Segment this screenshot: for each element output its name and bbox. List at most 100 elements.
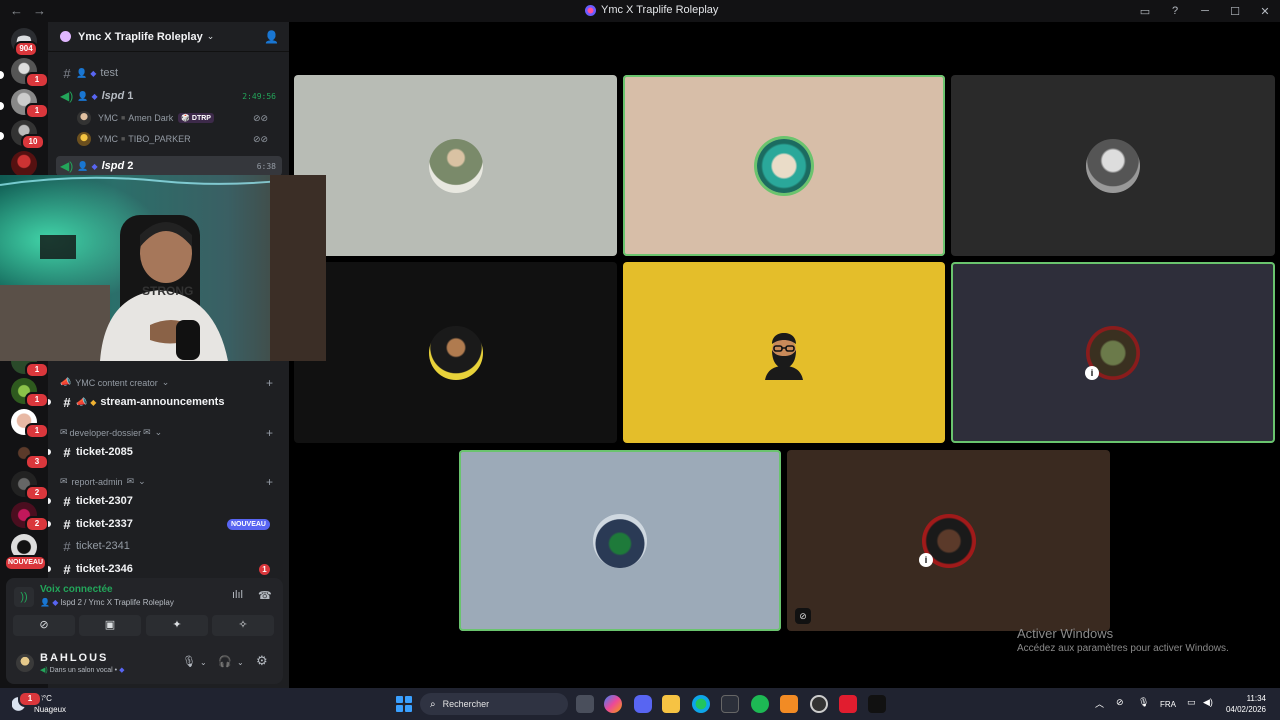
- voice-channel-lspd-2[interactable]: ◀) 👤 ◆ lspd 2 6:38: [56, 156, 282, 176]
- participant-avatar: [593, 513, 647, 568]
- webcam-feed-icon: STRONG: [0, 175, 326, 361]
- server-icon[interactable]: 2: [11, 502, 49, 532]
- volume-icon[interactable]: ◀): [1203, 697, 1213, 708]
- start-button[interactable]: [396, 696, 412, 712]
- app-icon[interactable]: [780, 695, 798, 713]
- username[interactable]: BAHLOUS: [40, 652, 108, 664]
- file-explorer-icon[interactable]: [662, 695, 680, 713]
- channel-name: lspd: [101, 90, 125, 102]
- channel-ticket-2307[interactable]: # ticket-2307: [56, 491, 282, 511]
- add-channel-icon[interactable]: +: [266, 426, 273, 440]
- server-badge: 3: [25, 454, 49, 470]
- noise-suppression-icon[interactable]: ılıl: [232, 589, 243, 601]
- back-arrow-icon[interactable]: ←: [10, 3, 33, 18]
- activation-title: Activer Windows: [1017, 626, 1114, 641]
- member-name: Amen Dark: [128, 113, 174, 123]
- gear-icon[interactable]: ⚙: [256, 653, 268, 669]
- screen-share-button[interactable]: ▣: [79, 615, 141, 636]
- category-report-admin[interactable]: ✉ report-admin ✉ ⌄ +: [60, 475, 273, 489]
- tray-icon[interactable]: ⊘: [1116, 697, 1124, 708]
- guild-header[interactable]: Ymc X Traplife Roleplay ⌄ 👤: [48, 22, 289, 52]
- copilot-icon[interactable]: [604, 695, 622, 713]
- taskbar-search[interactable]: ⌕ Rechercher: [420, 693, 568, 715]
- chevron-up-icon[interactable]: ︿: [1095, 697, 1104, 710]
- help-icon[interactable]: ?: [1160, 5, 1190, 17]
- server-icon[interactable]: 3: [11, 440, 49, 470]
- voice-member[interactable]: YMC ■ Amen Dark 🎲 DTRP ⊘⊘: [77, 108, 268, 128]
- store-icon[interactable]: [721, 695, 739, 713]
- weather-badge: 1: [18, 691, 42, 707]
- participant-tile[interactable]: i ⊘: [787, 450, 1110, 631]
- network-icon[interactable]: ▭: [1187, 697, 1196, 708]
- category-content-creator[interactable]: 📣 YMC content creator ⌄ +: [60, 376, 273, 390]
- microphone-icon[interactable]: 🎙: [182, 655, 196, 668]
- close-button[interactable]: ✕: [1250, 5, 1280, 18]
- channel-ticket-2085[interactable]: # ticket-2085: [56, 442, 282, 462]
- category-developer-dossier[interactable]: ✉ developer-dossier ✉ ⌄ +: [60, 426, 273, 440]
- voice-channel-path[interactable]: 👤 ◆ lspd 2 / Ymc X Traplife Roleplay: [40, 598, 174, 607]
- channel-number: 2: [127, 160, 134, 172]
- server-icon[interactable]: 1: [11, 89, 49, 119]
- disconnect-icon[interactable]: ☎: [258, 589, 272, 602]
- headphones-icon[interactable]: 🎧: [218, 655, 232, 668]
- camera-off-button[interactable]: ⊘: [13, 615, 75, 636]
- channel-ticket-2346[interactable]: # ticket-2346 1: [56, 559, 282, 579]
- title-bar: ←→ Ymc X Traplife Roleplay ▭ ? ─ ☐ ✕: [0, 0, 1280, 22]
- activation-subtitle: Accédez aux paramètres pour activer Wind…: [1017, 643, 1229, 654]
- add-channel-icon[interactable]: +: [266, 376, 273, 390]
- channel-test[interactable]: # 👤 ◆ test: [56, 63, 282, 83]
- weather-widget[interactable]: 1 13°C Nuageux: [12, 691, 66, 715]
- voice-member[interactable]: YMC ■ TIBO_PARKER ⊘⊘: [77, 129, 268, 149]
- participant-tile[interactable]: [623, 262, 945, 443]
- participant-tile[interactable]: i: [951, 262, 1275, 443]
- signal-icon[interactable]: )): [14, 587, 34, 607]
- obs-icon[interactable]: [810, 695, 828, 713]
- voice-channel-lspd-1[interactable]: ◀) 👤 ◆ lspd 1 2:49:56: [56, 86, 282, 106]
- cloud-icon: 1: [12, 691, 42, 711]
- maximize-button[interactable]: ☐: [1220, 5, 1250, 18]
- add-channel-icon[interactable]: +: [266, 475, 273, 489]
- channel-name: stream-announcements: [100, 396, 225, 408]
- mail-icon: ✉: [60, 427, 68, 437]
- spotify-icon[interactable]: [751, 695, 769, 713]
- server-icon[interactable]: 1: [11, 409, 49, 439]
- participant-tile[interactable]: [459, 450, 781, 631]
- app-icon[interactable]: [839, 695, 857, 713]
- clock[interactable]: 11:34 04/02/2026: [1226, 693, 1266, 715]
- webcam-overlay[interactable]: STRONG: [0, 175, 326, 361]
- avatar[interactable]: [16, 654, 34, 672]
- participant-tile[interactable]: [294, 75, 617, 256]
- channel-ticket-2337[interactable]: # ticket-2337 NOUVEAU: [56, 514, 282, 534]
- edge-icon[interactable]: [692, 695, 710, 713]
- discord-taskbar-icon[interactable]: [634, 695, 652, 713]
- server-icon[interactable]: 10: [11, 120, 45, 150]
- inbox-icon[interactable]: ▭: [1130, 5, 1160, 18]
- status-icon: i: [919, 553, 933, 567]
- server-icon[interactable]: 1: [11, 58, 49, 88]
- soundboard-button[interactable]: ✧: [212, 615, 274, 636]
- forward-arrow-icon[interactable]: →: [33, 3, 56, 18]
- channel-stream-announcements[interactable]: # 📣 ◆ stream-announcements: [56, 392, 282, 412]
- chevron-down-icon[interactable]: ⌄: [237, 658, 244, 667]
- microphone-icon[interactable]: 🎙: [1138, 697, 1149, 708]
- server-icon[interactable]: [11, 151, 37, 177]
- channel-ticket-2341[interactable]: # ticket-2341: [56, 536, 282, 556]
- diamond-icon: ◆: [91, 91, 98, 101]
- task-view-icon[interactable]: [576, 695, 594, 713]
- voice-status[interactable]: Voix connectée: [40, 584, 113, 595]
- minimize-button[interactable]: ─: [1190, 5, 1220, 17]
- user-icon: 👤: [76, 67, 88, 78]
- server-icon[interactable]: 1: [11, 378, 49, 408]
- participant-tile[interactable]: [951, 75, 1275, 256]
- direct-messages-button[interactable]: 904: [11, 28, 38, 57]
- participant-tile[interactable]: [623, 75, 945, 256]
- invite-icon[interactable]: 👤: [264, 30, 279, 44]
- chevron-down-icon[interactable]: ⌄: [200, 658, 207, 667]
- member-tag-text: DTRP: [191, 115, 211, 122]
- activities-button[interactable]: ✦: [146, 615, 208, 636]
- language-indicator[interactable]: FRA: [1160, 700, 1176, 709]
- chevron-down-icon: ⌄: [161, 377, 170, 387]
- server-icon[interactable]: 2: [11, 471, 49, 501]
- app-icon[interactable]: [868, 695, 886, 713]
- participant-tile[interactable]: [294, 262, 617, 443]
